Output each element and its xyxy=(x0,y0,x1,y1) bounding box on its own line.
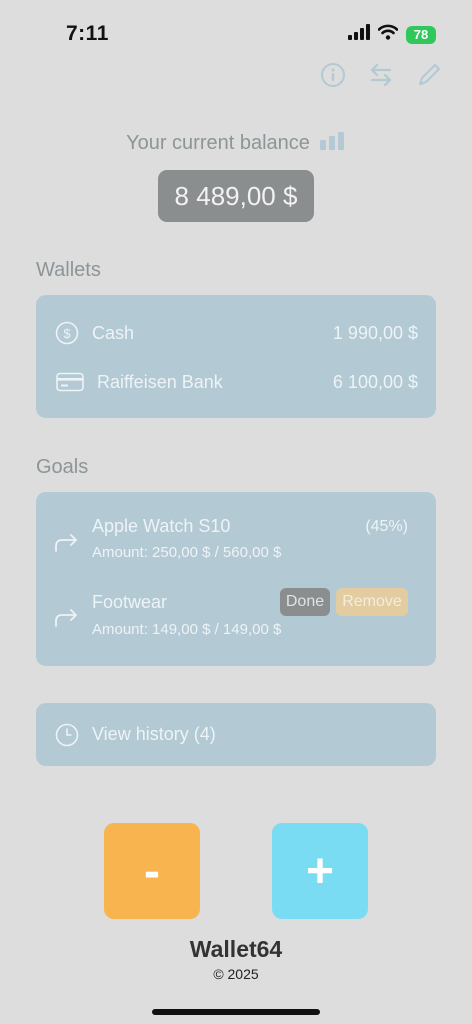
dollar-circle-icon: $ xyxy=(54,320,80,346)
home-indicator[interactable] xyxy=(152,1009,320,1015)
app-name: Wallet64 xyxy=(189,936,283,962)
pencil-icon xyxy=(416,62,442,93)
info-button[interactable] xyxy=(320,62,346,92)
bar-chart-icon[interactable] xyxy=(319,132,346,155)
swap-arrows-icon xyxy=(369,62,393,93)
info-icon xyxy=(320,62,346,93)
remove-button[interactable]: Remove xyxy=(336,588,408,616)
edit-button[interactable] xyxy=(416,62,442,92)
done-button[interactable]: Done xyxy=(280,588,330,616)
battery-indicator: 78 xyxy=(406,25,436,44)
svg-text:$: $ xyxy=(63,326,71,341)
battery-level: 78 xyxy=(413,27,429,42)
goal-item-apple-watch[interactable]: Apple Watch S10 (45%) Amount: 250,00 $ /… xyxy=(36,512,436,568)
wifi-icon xyxy=(377,24,399,45)
wallets-card: $ Cash 1 990,00 $ Raiffeisen Bank 6 100,… xyxy=(36,295,436,418)
remove-money-button[interactable]: - xyxy=(104,823,200,919)
share-arrow-icon xyxy=(54,530,80,556)
clock-icon xyxy=(54,722,80,748)
goal-amount: Amount: 149,00 $ / 149,00 $ xyxy=(92,621,282,638)
goal-name: Apple Watch S10 xyxy=(92,516,231,536)
view-history-button[interactable]: View history (4) xyxy=(36,703,436,766)
top-toolbar xyxy=(320,62,442,92)
share-arrow-icon xyxy=(54,605,80,631)
transfer-button[interactable] xyxy=(368,62,394,92)
balance-value: 8 489,00 $ xyxy=(158,170,314,222)
credit-card-icon xyxy=(56,369,84,395)
wallets-title: Wallets xyxy=(36,259,101,281)
status-icons: 78 xyxy=(348,24,436,45)
goal-amount: Amount: 250,00 $ / 560,00 $ xyxy=(92,544,282,561)
goal-progress: (45%) xyxy=(365,518,408,535)
status-bar: 7:11 78 xyxy=(0,0,472,70)
add-money-button[interactable]: + xyxy=(272,823,368,919)
goals-card: Apple Watch S10 (45%) Amount: 250,00 $ /… xyxy=(36,492,436,666)
wallet-amount: 1 990,00 $ xyxy=(332,322,418,343)
goals-title: Goals xyxy=(36,456,89,478)
balance-header: Your current balance xyxy=(0,132,472,155)
goal-name: Footwear xyxy=(92,592,168,612)
status-time: 7:11 xyxy=(66,22,109,45)
wallet-name: Raiffeisen Bank xyxy=(97,371,223,392)
history-label: View history (4) xyxy=(92,724,216,744)
wallet-amount: 6 100,00 $ xyxy=(332,371,418,392)
balance-label: Your current balance xyxy=(126,132,310,154)
wallet-name: Cash xyxy=(92,322,135,343)
signal-icon xyxy=(348,24,370,45)
wallet-item-raiffeisen[interactable]: Raiffeisen Bank 6 100,00 $ xyxy=(36,368,436,396)
copyright: © 2025 xyxy=(213,966,259,982)
goal-item-footwear[interactable]: Footwear Done Remove Amount: 149,00 $ / … xyxy=(36,587,436,643)
wallet-item-cash[interactable]: $ Cash 1 990,00 $ xyxy=(36,319,436,347)
